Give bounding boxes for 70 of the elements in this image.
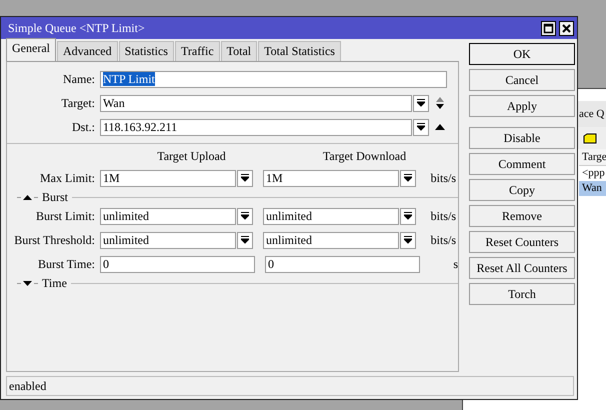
section-title: Burst <box>42 190 68 204</box>
tab[interactable]: Advanced <box>56 41 118 61</box>
unit-label: bits/s <box>430 170 456 186</box>
input-field[interactable]: NTP Limit <box>100 70 447 88</box>
input-field[interactable]: unlimited <box>100 208 236 224</box>
dialog-button[interactable]: Reset All Counters <box>469 257 575 279</box>
dropdown-button[interactable] <box>237 170 253 186</box>
dropdown-button[interactable] <box>237 208 253 224</box>
dropdown-arrow-icon <box>417 99 425 107</box>
field-label: Burst Limit: <box>34 208 96 224</box>
dropdown-button[interactable] <box>400 232 416 248</box>
input-field[interactable]: 118.163.92.211 <box>100 118 412 136</box>
window-title: Simple Queue <NTP Limit> <box>8 20 146 36</box>
column-heading: Target Download <box>322 148 408 164</box>
folder-icon[interactable] <box>583 132 597 144</box>
maximize-button[interactable] <box>541 20 556 36</box>
input-field[interactable]: unlimited <box>263 208 399 224</box>
table-row[interactable]: <ppp <box>579 166 606 181</box>
dropdown-button[interactable] <box>400 170 416 186</box>
input-field[interactable]: unlimited <box>263 232 399 248</box>
dialog-button[interactable]: Copy <box>469 179 575 201</box>
unit-label: bits/s <box>430 208 456 224</box>
dropdown-arrow-icon <box>417 123 425 131</box>
dialog-button[interactable]: Reset Counters <box>469 231 575 253</box>
dropdown-button[interactable] <box>400 208 416 224</box>
toggle-arrow-icon[interactable] <box>23 194 32 200</box>
toggle-arrow-icon[interactable] <box>23 280 32 286</box>
dropdown-button[interactable] <box>413 94 429 112</box>
input-field[interactable]: 1M <box>100 170 236 186</box>
dialog-button[interactable]: Cancel <box>469 69 575 91</box>
dialog-button[interactable]: Apply <box>469 95 575 117</box>
field-label: Max Limit: <box>39 170 96 186</box>
dialog-button[interactable]: Remove <box>469 205 575 227</box>
dropdown-arrow-icon <box>404 212 412 220</box>
tab[interactable]: Total Statistics <box>258 41 341 61</box>
input-field[interactable]: 0 <box>100 256 255 272</box>
dropdown-arrow-icon <box>241 212 249 220</box>
input-field[interactable]: 0 <box>265 256 420 272</box>
dropdown-button[interactable] <box>413 118 429 136</box>
dialog-button[interactable]: Comment <box>469 153 575 175</box>
section-title: Time <box>42 276 67 290</box>
input-field[interactable]: Wan <box>100 94 412 112</box>
close-button[interactable] <box>559 20 574 36</box>
tab[interactable]: Traffic <box>174 41 220 61</box>
field-label: Name: <box>62 72 96 86</box>
field-label: Burst Threshold: <box>13 232 96 248</box>
unit-label: bits/s <box>430 232 456 248</box>
dialog-button[interactable]: Disable <box>469 127 575 149</box>
table-row[interactable]: Wan <box>579 181 606 196</box>
column-heading: Target Upload <box>156 148 227 164</box>
field-label: Dst.: <box>70 120 96 134</box>
dropdown-button[interactable] <box>237 232 253 248</box>
up-arrow-icon[interactable] <box>435 124 445 130</box>
dropdown-arrow-icon <box>404 174 412 182</box>
dropdown-arrow-icon <box>404 236 412 244</box>
field-label: Target: <box>60 96 96 110</box>
dialog-button[interactable]: OK <box>469 43 575 65</box>
column-header[interactable]: Targe <box>579 149 606 166</box>
tab[interactable]: General <box>6 38 56 61</box>
unit-label: s <box>452 256 458 272</box>
dropdown-arrow-icon <box>241 174 249 182</box>
input-field[interactable]: unlimited <box>100 232 236 248</box>
dropdown-arrow-icon <box>241 236 249 244</box>
tab[interactable]: Statistics <box>118 41 174 61</box>
field-label: Burst Time: <box>36 256 96 272</box>
input-field[interactable]: 1M <box>263 170 399 186</box>
status-text: enabled <box>9 379 46 393</box>
tab[interactable]: Total <box>220 41 258 61</box>
dialog-button[interactable]: Torch <box>469 283 575 305</box>
up-down-arrows-icon[interactable] <box>435 96 445 110</box>
